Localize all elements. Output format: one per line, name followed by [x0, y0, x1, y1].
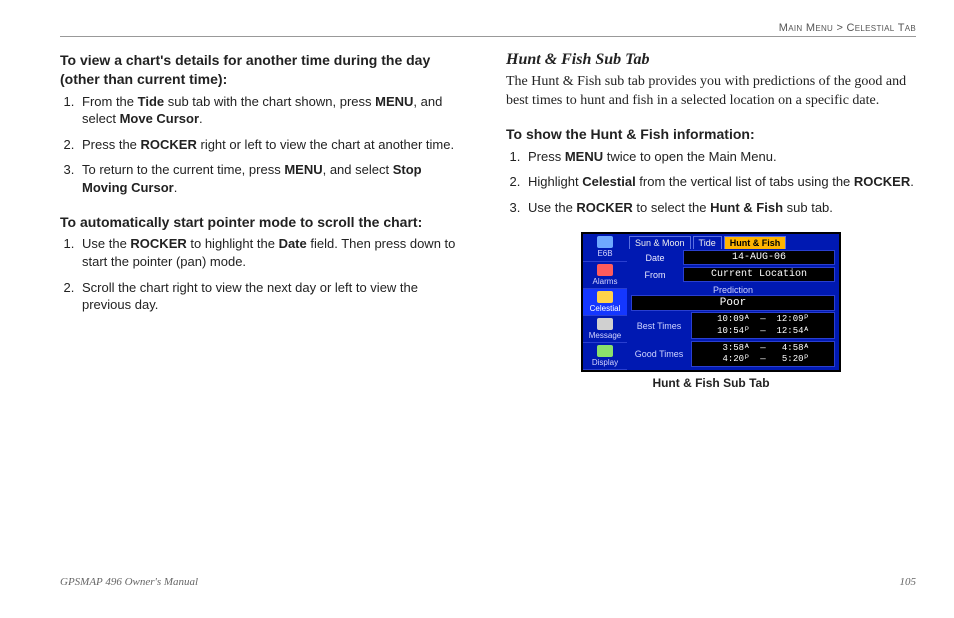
sun-icon: [597, 291, 613, 303]
sidebar-item-display[interactable]: Display: [583, 343, 627, 370]
message-icon: [597, 318, 613, 330]
sidebar-item-message[interactable]: Message: [583, 316, 627, 343]
prediction-label: Prediction: [627, 283, 839, 295]
right-heading-1: To show the Hunt & Fish information:: [506, 125, 916, 144]
gps-main-panel: Sun & Moon Tide Hunt & Fish Date 14-AUG-…: [627, 234, 839, 370]
screenshot-caption: Hunt & Fish Sub Tab: [506, 376, 916, 390]
tab-hunt-fish[interactable]: Hunt & Fish: [724, 236, 787, 249]
left-list-1: From the Tide sub tab with the chart sho…: [78, 93, 470, 197]
tab-tide[interactable]: Tide: [693, 236, 722, 249]
prediction-value: Poor: [631, 295, 835, 311]
sidebar-item-label: Display: [592, 358, 618, 367]
sidebar-item-label: Alarms: [593, 277, 618, 286]
list-item: Press the ROCKER right or left to view t…: [78, 136, 470, 154]
breadcrumb-sep: >: [833, 22, 846, 34]
sidebar-item-label: Message: [589, 331, 621, 340]
sidebar-item-alarms[interactable]: Alarms: [583, 262, 627, 289]
breadcrumb: Main Menu > Celestial Tab: [60, 22, 916, 34]
bell-icon: [597, 264, 613, 276]
date-field[interactable]: 14-AUG-06: [683, 250, 835, 265]
left-list-2: Use the ROCKER to highlight the Date fie…: [78, 235, 470, 313]
footer-left: GPSMAP 496 Owner's Manual: [60, 576, 198, 588]
sidebar-item-celestial[interactable]: Celestial: [583, 289, 627, 316]
best-times-value: 10:09ᴬ — 12:09ᴾ 10:54ᴾ — 12:54ᴬ: [691, 312, 835, 339]
list-item: Use the ROCKER to select the Hunt & Fish…: [524, 199, 916, 217]
left-heading-1: To view a chart's details for another ti…: [60, 51, 470, 89]
tab-sun-moon[interactable]: Sun & Moon: [629, 236, 691, 249]
gps-tabs: Sun & Moon Tide Hunt & Fish: [627, 234, 839, 249]
breadcrumb-right: Celestial Tab: [847, 22, 916, 34]
left-column: To view a chart's details for another ti…: [60, 51, 470, 390]
right-column: Hunt & Fish Sub Tab The Hunt & Fish sub …: [506, 51, 916, 390]
page-number: 105: [900, 576, 917, 588]
sidebar-item-label: E6B: [597, 249, 612, 258]
date-label: Date: [631, 253, 679, 263]
right-list-1: Press MENU twice to open the Main Menu. …: [524, 148, 916, 217]
list-item: Scroll the chart right to view the next …: [78, 279, 470, 314]
display-icon: [597, 345, 613, 357]
breadcrumb-left: Main Menu: [779, 22, 833, 34]
header-rule: [60, 36, 916, 37]
from-field[interactable]: Current Location: [683, 267, 835, 282]
good-times-value: 3:58ᴬ — 4:58ᴬ 4:20ᴾ — 5:20ᴾ: [691, 341, 835, 368]
page-footer: GPSMAP 496 Owner's Manual 105: [60, 576, 916, 588]
list-item: Press MENU twice to open the Main Menu.: [524, 148, 916, 166]
list-item: Highlight Celestial from the vertical li…: [524, 173, 916, 191]
sidebar-item-label: Celestial: [590, 304, 621, 313]
screenshot-wrap: E6B Alarms Celestial Message Display Sun…: [506, 232, 916, 390]
sidebar-item-e6b[interactable]: E6B: [583, 234, 627, 261]
left-heading-2: To automatically start pointer mode to s…: [60, 213, 470, 232]
section-title: Hunt & Fish Sub Tab: [506, 51, 916, 69]
list-item: Use the ROCKER to highlight the Date fie…: [78, 235, 470, 270]
best-times-label: Best Times: [631, 321, 687, 331]
globe-icon: [597, 236, 613, 248]
gps-screenshot: E6B Alarms Celestial Message Display Sun…: [581, 232, 841, 372]
section-body: The Hunt & Fish sub tab provides you wit…: [506, 73, 916, 111]
from-label: From: [631, 270, 679, 280]
gps-sidebar: E6B Alarms Celestial Message Display: [583, 234, 627, 370]
good-times-label: Good Times: [631, 349, 687, 359]
list-item: To return to the current time, press MEN…: [78, 161, 470, 196]
list-item: From the Tide sub tab with the chart sho…: [78, 93, 470, 128]
